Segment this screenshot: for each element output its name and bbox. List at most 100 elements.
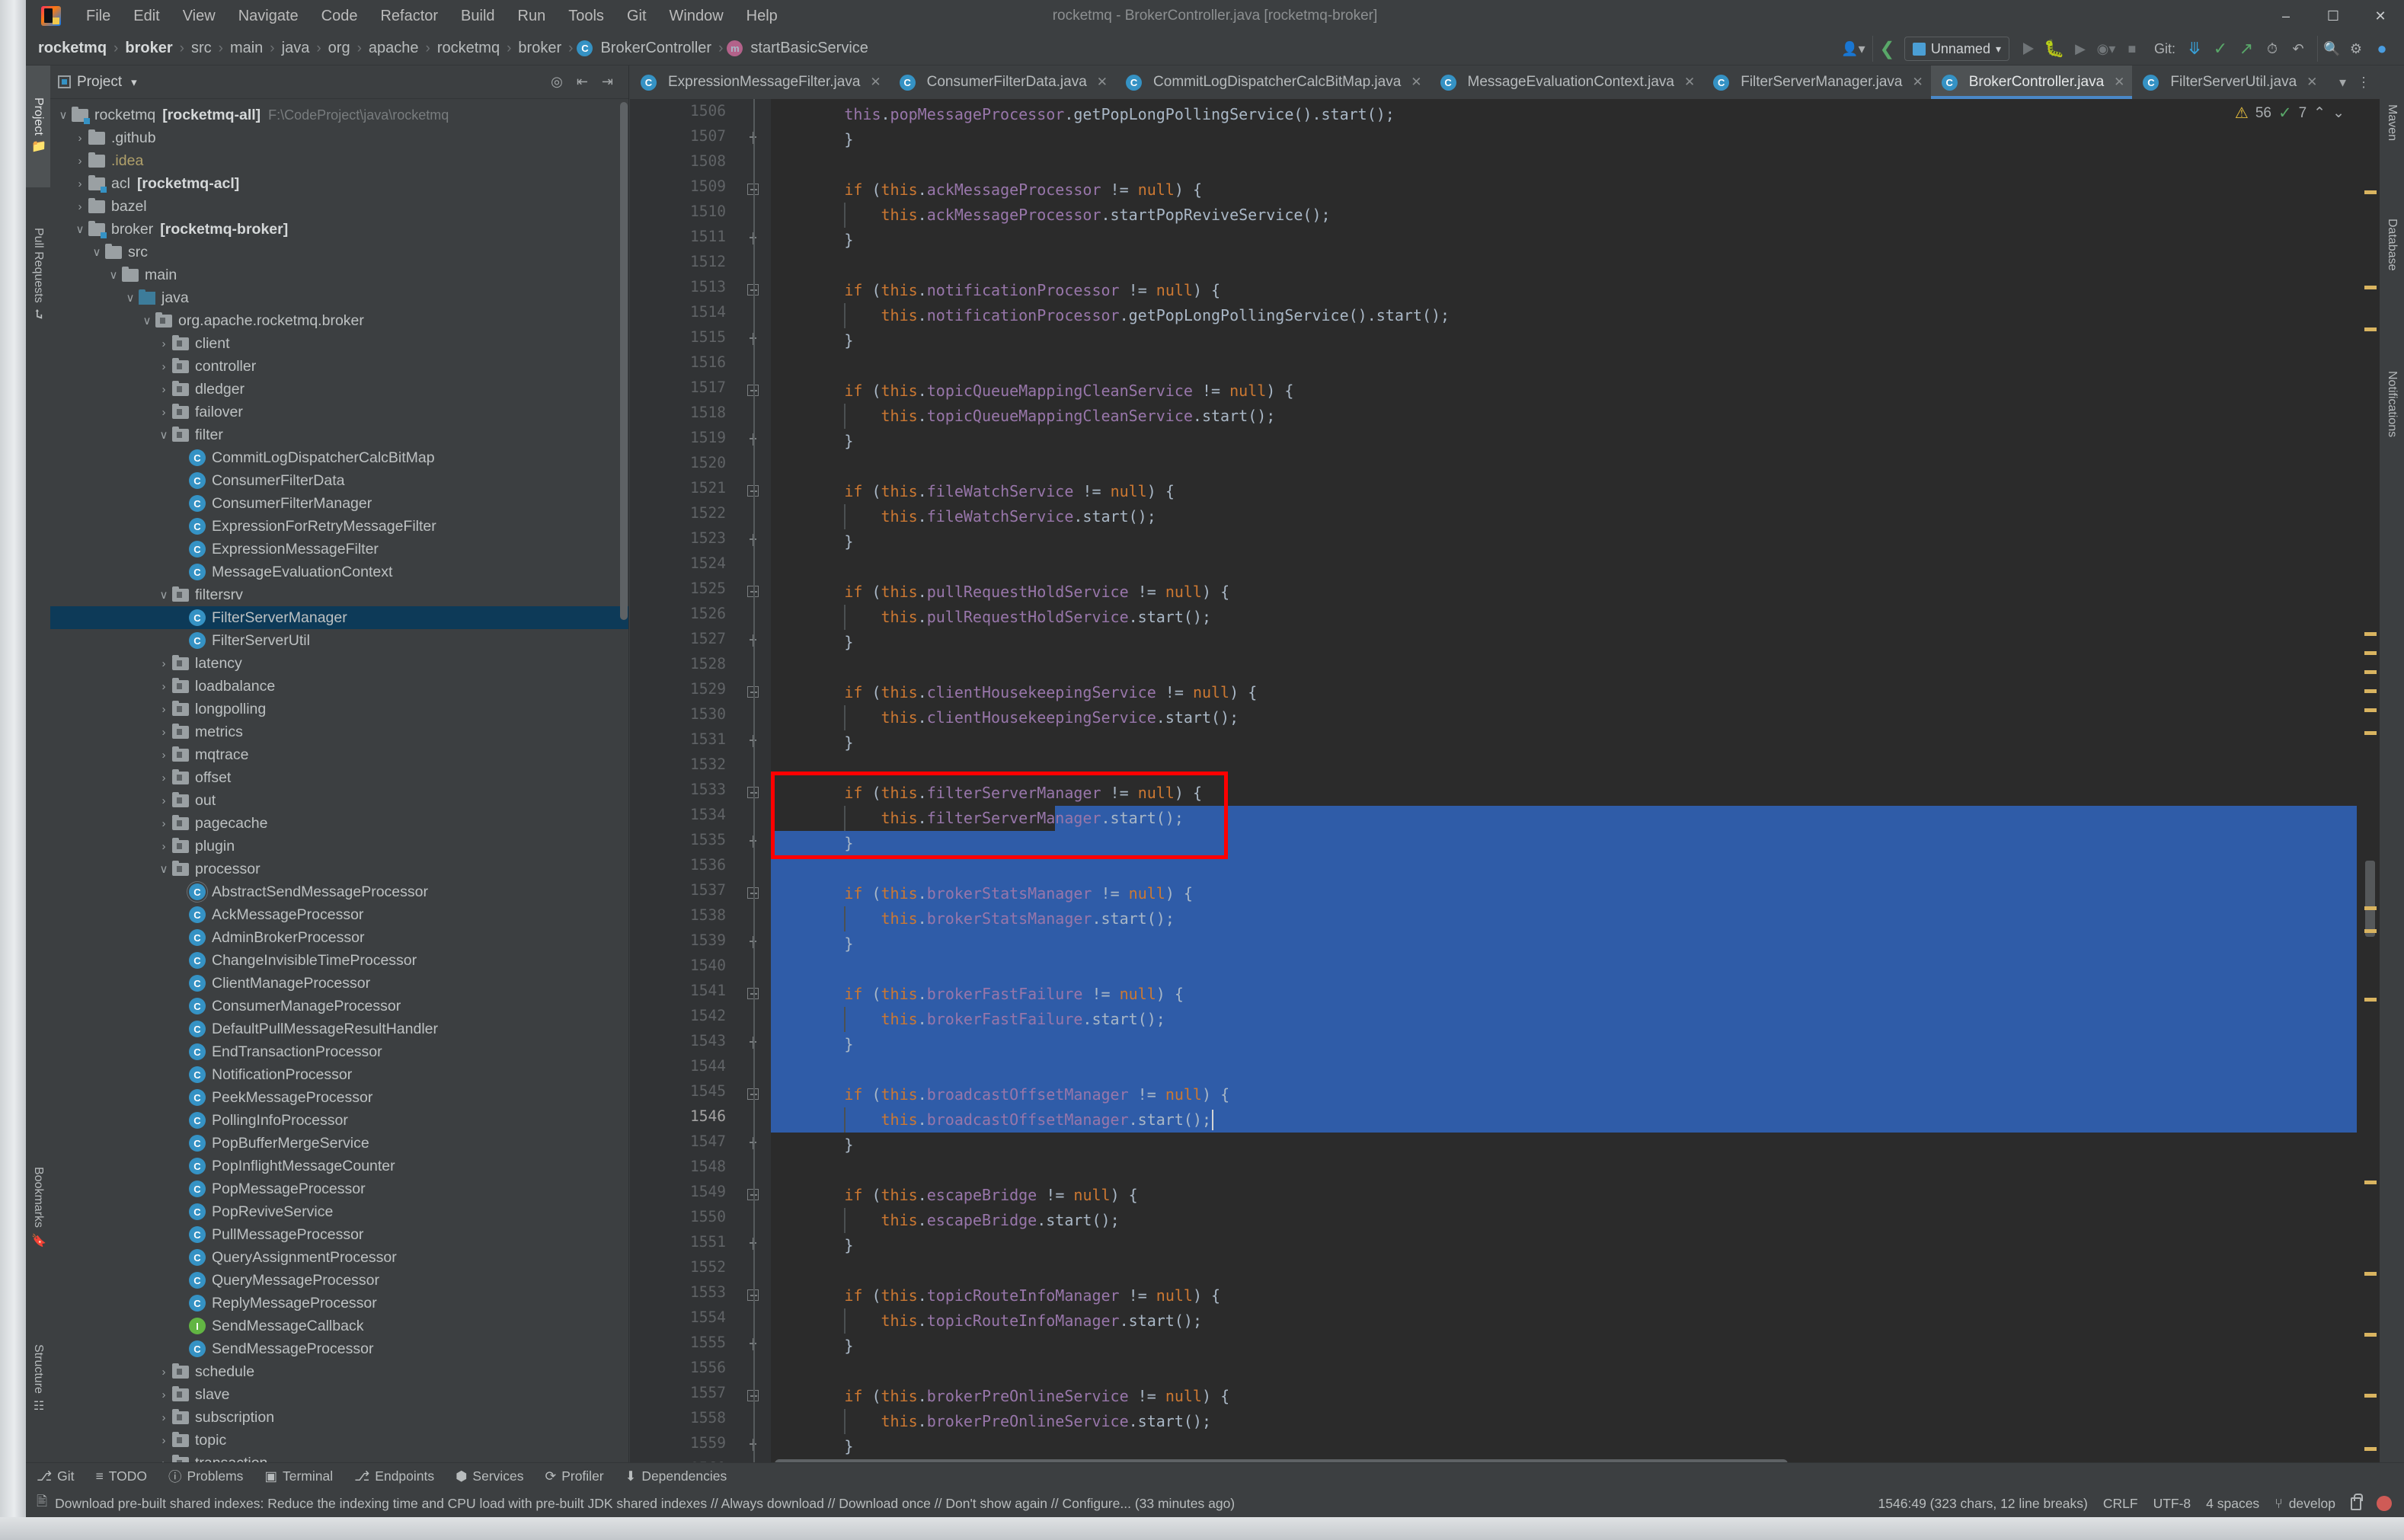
close-icon[interactable]: ✕ — [1912, 75, 1923, 90]
chevron-down-icon[interactable]: ∨ — [88, 245, 105, 259]
tree-node-expressionforretrymessagefilter[interactable]: C ExpressionForRetryMessageFilter — [50, 515, 628, 538]
menu-item-help[interactable]: Help — [735, 5, 789, 28]
chevron-right-icon[interactable]: › — [155, 726, 172, 739]
chevron-right-icon[interactable]: › — [72, 177, 88, 190]
chevron-down-icon[interactable]: ∨ — [155, 588, 172, 602]
tree-node-rocketmq[interactable]: ∨ rocketmq [rocketmq-all] F:\CodeProject\ja… — [50, 104, 628, 126]
warning-marker[interactable] — [2364, 651, 2377, 655]
chevron-down-icon[interactable]: ∨ — [105, 268, 122, 282]
git-history-icon[interactable]: ⏱ — [2259, 36, 2285, 62]
chevron-right-icon[interactable]: › — [72, 132, 88, 145]
tree-node-querymessageprocessor[interactable]: C QueryMessageProcessor — [50, 1269, 628, 1292]
warning-marker[interactable] — [2364, 1181, 2377, 1184]
chevron-down-icon[interactable]: ∨ — [55, 108, 72, 122]
tree-node-notificationprocessor[interactable]: C NotificationProcessor — [50, 1063, 628, 1086]
warning-marker[interactable] — [2364, 1394, 2377, 1398]
chevron-right-icon[interactable]: › — [155, 840, 172, 853]
tree-node-dledger[interactable]: › dledger — [50, 378, 628, 401]
line-separator[interactable]: CRLF — [2103, 1496, 2138, 1512]
editor-tab-filterserverutil-java[interactable]: C FilterServerUtil.java ✕ — [2132, 65, 2325, 99]
tree-node-org-apache-rocketmq-broker[interactable]: ∨ org.apache.rocketmq.broker — [50, 309, 628, 332]
next-problem-icon[interactable]: ⌄ — [2332, 104, 2345, 122]
warning-marker[interactable] — [2364, 929, 2377, 933]
tree-node-processor[interactable]: ∨ processor — [50, 858, 628, 880]
bottom-tool-todo[interactable]: ≡ TODO — [85, 1468, 158, 1484]
sidebar-tab-notifications[interactable]: Notifications — [2380, 317, 2404, 492]
maximize-button[interactable]: ☐ — [2310, 0, 2357, 32]
tab-list-icon[interactable]: ▾ — [2339, 75, 2346, 91]
git-commit-icon[interactable]: ✓ — [2207, 36, 2233, 62]
tree-node-sendmessageprocessor[interactable]: C SendMessageProcessor — [50, 1337, 628, 1360]
profile-icon[interactable]: ◉▾ — [2093, 36, 2119, 62]
tree-node-popmessageprocessor[interactable]: C PopMessageProcessor — [50, 1177, 628, 1200]
tree-node-schedule[interactable]: › schedule — [50, 1360, 628, 1383]
inspection-widget-icon[interactable] — [2377, 1496, 2392, 1511]
close-icon[interactable]: ✕ — [2114, 75, 2124, 90]
chevron-down-icon[interactable]: ∨ — [122, 291, 139, 305]
tree-node-controller[interactable]: › controller — [50, 355, 628, 378]
tree-node-failover[interactable]: › failover — [50, 401, 628, 423]
sidebar-tab-database[interactable]: Database — [2380, 180, 2404, 309]
expand-all-icon[interactable]: ⇤ — [577, 74, 588, 90]
chevron-right-icon[interactable]: › — [155, 406, 172, 419]
editor-vertical-scrollbar[interactable] — [2365, 861, 2375, 937]
close-icon[interactable]: ✕ — [2306, 75, 2317, 90]
breadcrumb-item-rocketmq[interactable]: rocketmq — [434, 38, 503, 59]
warning-marker[interactable] — [2364, 632, 2377, 636]
warning-marker[interactable] — [2364, 190, 2377, 194]
editor-tab-messageevaluationcontext-java[interactable]: C MessageEvaluationContext.java ✕ — [1430, 65, 1703, 99]
chevron-right-icon[interactable]: › — [155, 817, 172, 830]
warning-marker[interactable] — [2364, 998, 2377, 1002]
tree-node-peekmessageprocessor[interactable]: C PeekMessageProcessor — [50, 1086, 628, 1109]
stop-icon[interactable]: ■ — [2119, 36, 2145, 62]
chevron-down-icon[interactable]: ∨ — [139, 314, 155, 327]
breadcrumb-item-java[interactable]: java — [279, 38, 313, 59]
bottom-tool-profiler[interactable]: ⟳ Profiler — [535, 1468, 615, 1484]
chevron-right-icon[interactable]: › — [155, 772, 172, 784]
tree-node-adminbrokerprocessor[interactable]: C AdminBrokerProcessor — [50, 926, 628, 949]
menu-item-run[interactable]: Run — [507, 5, 558, 28]
breadcrumb-item-broker[interactable]: broker — [515, 38, 564, 59]
tree-node-slave[interactable]: › slave — [50, 1383, 628, 1406]
bottom-tool-terminal[interactable]: ▣ Terminal — [254, 1468, 344, 1484]
git-push-icon[interactable]: ↗ — [2233, 36, 2259, 62]
warning-marker[interactable] — [2364, 1333, 2377, 1337]
tree-node-messageevaluationcontext[interactable]: C MessageEvaluationContext — [50, 561, 628, 583]
close-icon[interactable]: ✕ — [1411, 75, 1421, 90]
chevron-right-icon[interactable]: › — [155, 383, 172, 396]
code-editor[interactable]: ⚠ 56 ✓ 7 ⌃ ⌄ 1506 1507 1508 1509 1510 1511 151… — [630, 99, 2380, 1470]
tree-node-sendmessagecallback[interactable]: I SendMessageCallback — [50, 1315, 628, 1337]
close-button[interactable]: ✕ — [2357, 0, 2404, 32]
tree-node-mqtrace[interactable]: › mqtrace — [50, 743, 628, 766]
breadcrumb-item-main[interactable]: main — [227, 38, 266, 59]
editor-tab-filterservermanager-java[interactable]: C FilterServerManager.java ✕ — [1702, 65, 1931, 99]
tree-node-clientmanageprocessor[interactable]: C ClientManageProcessor — [50, 972, 628, 995]
menu-item-view[interactable]: View — [171, 5, 227, 28]
tree-node-topic[interactable]: › topic — [50, 1429, 628, 1452]
tree-node-filtersrv[interactable]: ∨ filtersrv — [50, 583, 628, 606]
tree-node-offset[interactable]: › offset — [50, 766, 628, 789]
tree-node-consumerfilterdata[interactable]: C ConsumerFilterData — [50, 469, 628, 492]
warning-marker[interactable] — [2364, 1447, 2377, 1451]
tree-node-replymessageprocessor[interactable]: C ReplyMessageProcessor — [50, 1292, 628, 1315]
tree-node-latency[interactable]: › latency — [50, 652, 628, 675]
menu-item-tools[interactable]: Tools — [557, 5, 615, 28]
tree-node-plugin[interactable]: › plugin — [50, 835, 628, 858]
tree-node-ackmessageprocessor[interactable]: C AckMessageProcessor — [50, 903, 628, 926]
menu-item-build[interactable]: Build — [449, 5, 506, 28]
chevron-right-icon[interactable]: › — [72, 155, 88, 168]
git-update-icon[interactable]: ⤋ — [2182, 36, 2207, 62]
inspection-widget[interactable]: ⚠ 56 ✓ 7 ⌃ ⌄ — [2235, 104, 2345, 123]
minimize-button[interactable]: – — [2262, 0, 2310, 32]
tree-node-filter[interactable]: ∨ filter — [50, 423, 628, 446]
chevron-right-icon[interactable]: › — [155, 1434, 172, 1447]
chevron-down-icon[interactable]: ∨ — [72, 222, 88, 236]
sidebar-tab-bookmarks[interactable]: Bookmarks 🔖 — [26, 1135, 50, 1280]
menu-item-refactor[interactable]: Refactor — [369, 5, 449, 28]
chevron-right-icon[interactable]: › — [155, 657, 172, 670]
breadcrumb-item-broker[interactable]: broker — [122, 38, 175, 59]
editor-tab-consumerfilterdata-java[interactable]: C ConsumerFilterData.java ✕ — [889, 65, 1115, 99]
debug-icon[interactable]: 🐛 — [2041, 36, 2067, 62]
run-with-coverage-icon[interactable]: ▶ — [2067, 36, 2093, 62]
project-scrollbar[interactable] — [620, 102, 628, 620]
